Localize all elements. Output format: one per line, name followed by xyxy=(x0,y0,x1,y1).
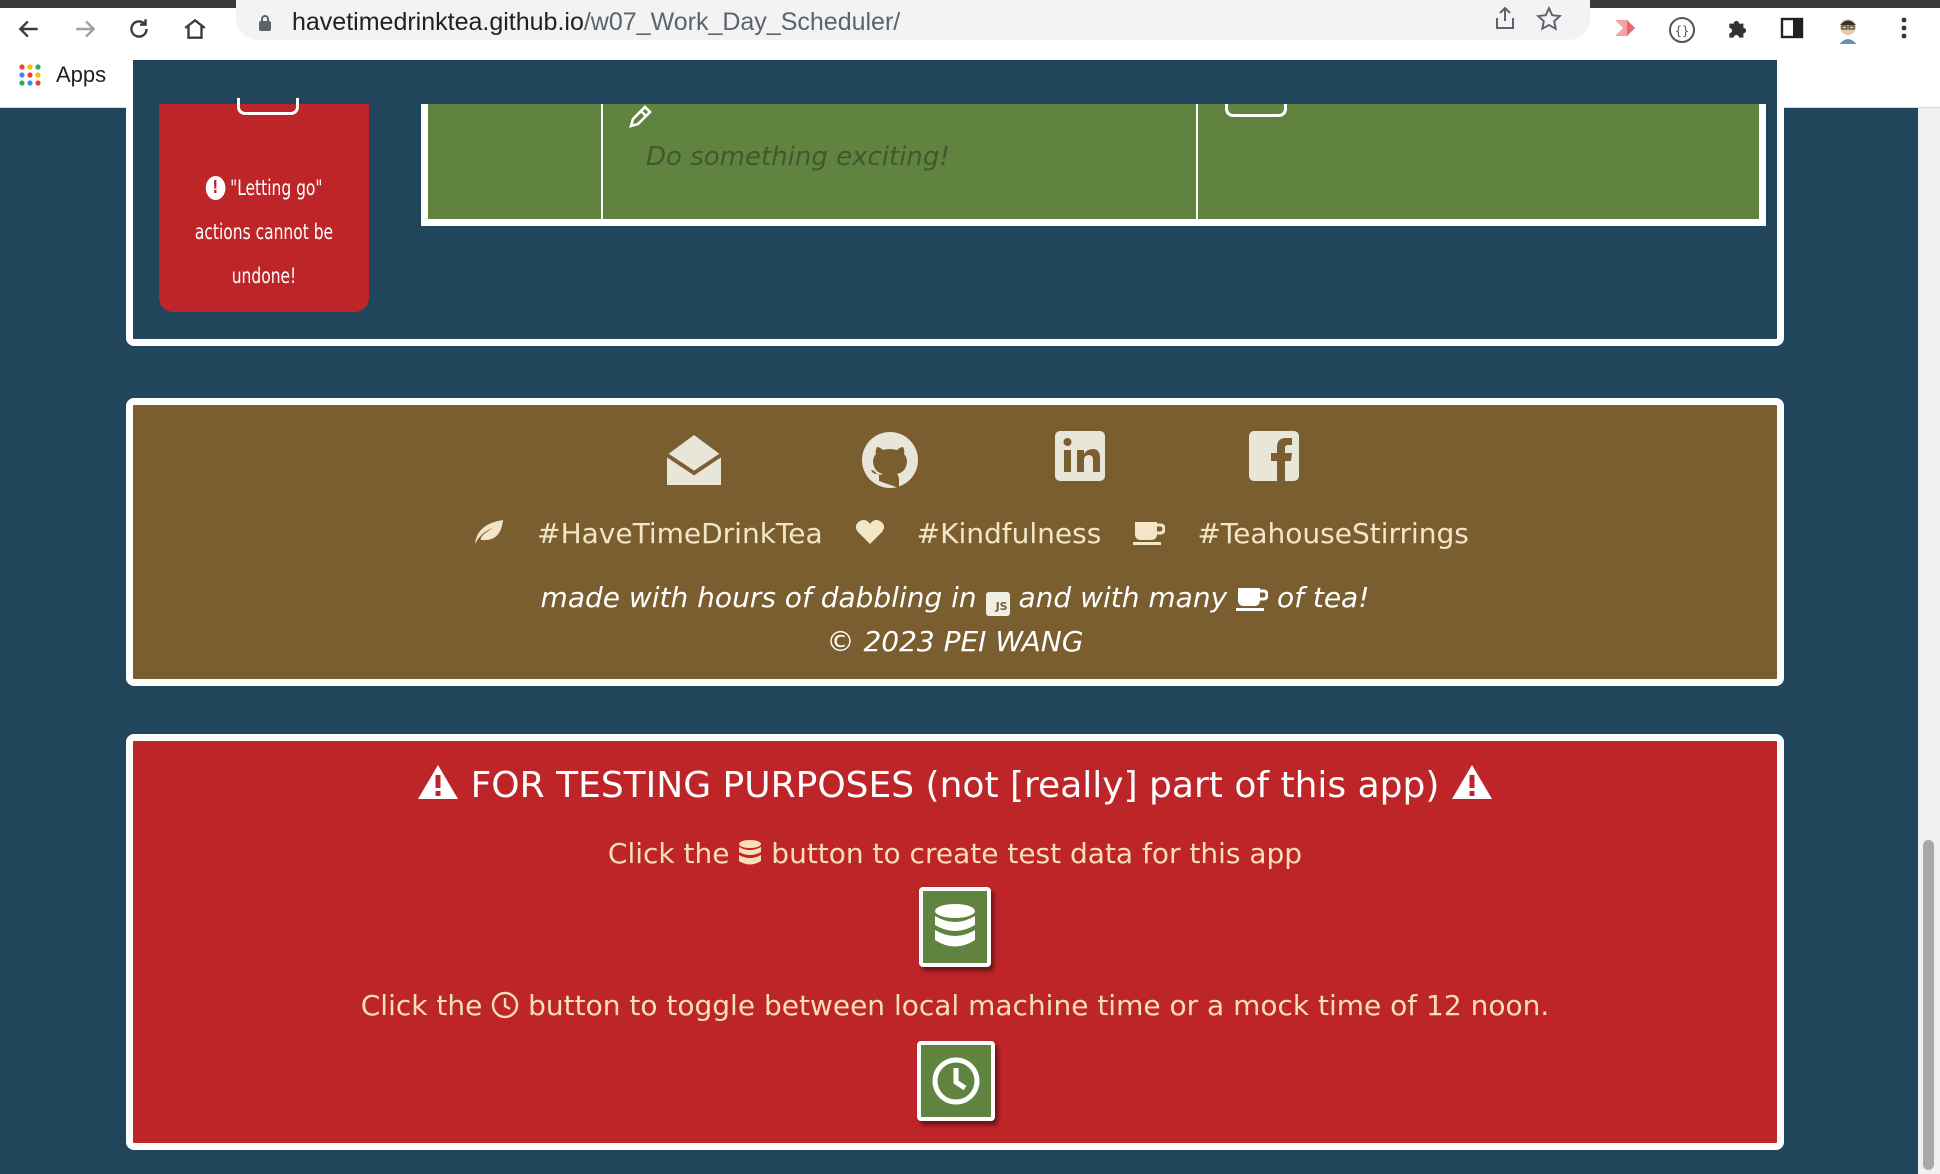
lock-icon xyxy=(259,15,271,31)
bookmark-apps-label: Apps xyxy=(56,62,107,87)
braces-circle-icon: {} xyxy=(1669,17,1695,43)
made-with-line: made with hours of dabbling in JS and wi… xyxy=(133,581,1777,618)
email-link[interactable] xyxy=(663,429,725,491)
database-icon xyxy=(738,839,762,874)
testing-title-text: FOR TESTING PURPOSES (not [really] part … xyxy=(470,765,1440,806)
event-description-input[interactable]: Do something exciting! xyxy=(646,142,950,172)
create-test-data-button[interactable] xyxy=(919,887,991,967)
warning-triangle-icon xyxy=(417,763,459,810)
testing-card: FOR TESTING PURPOSES (not [really] part … xyxy=(126,734,1784,1150)
save-button[interactable] xyxy=(1225,104,1287,117)
copyright: © 2023 PEI WANG xyxy=(826,625,1084,658)
toggle-suffix: button to toggle between local machine t… xyxy=(528,989,1550,1022)
made-with-middle: and with many xyxy=(1018,581,1228,614)
arrow-left-icon xyxy=(18,20,38,38)
hashtag-teahousestirrings: #TeahouseStirrings xyxy=(1197,517,1469,550)
heart-icon xyxy=(855,519,885,552)
bookmark-star-button[interactable] xyxy=(1534,5,1564,36)
share-button[interactable] xyxy=(1490,6,1520,36)
footer-card: #HaveTimeDrinkTea #Kindfulness #TeahouseSt… xyxy=(126,398,1784,686)
hashtag-row: #HaveTimeDrinkTea #Kindfulness #TeahouseSt… xyxy=(133,517,1777,553)
envelope-open-icon xyxy=(665,435,723,485)
testing-title: FOR TESTING PURPOSES (not [really] part … xyxy=(133,763,1777,810)
facebook-icon xyxy=(1249,431,1299,481)
github-link[interactable] xyxy=(859,429,921,491)
reload-icon xyxy=(130,19,148,38)
tea-cup-icon xyxy=(1236,585,1269,618)
letting-go-warning: ! "Letting go" actions cannot be undone! xyxy=(184,166,343,298)
warning-panel: ! "Letting go" actions cannot be undone! xyxy=(159,98,369,312)
clock-icon xyxy=(491,991,519,1026)
hashtag-havetimedrinktea: #HaveTimeDrinkTea xyxy=(537,517,823,550)
clock-icon xyxy=(932,1057,980,1105)
reload-button[interactable] xyxy=(122,16,156,44)
play-extension-icon xyxy=(1615,20,1635,36)
create-suffix: button to create test data for this app xyxy=(771,837,1303,870)
avatar-icon xyxy=(1838,19,1858,46)
database-icon xyxy=(935,904,975,947)
vertical-dots-icon xyxy=(1901,17,1907,39)
warning-triangle-icon xyxy=(1451,763,1493,810)
url-text[interactable]: havetimedrinktea.github.io/w07_Work_Day_… xyxy=(292,8,900,37)
share-icon xyxy=(1496,6,1514,29)
leaf-icon xyxy=(473,518,505,553)
arrow-right-icon xyxy=(76,20,96,38)
scrollbar-thumb[interactable] xyxy=(1923,840,1934,1170)
create-prefix: Click the xyxy=(607,837,730,870)
linkedin-link[interactable] xyxy=(1053,429,1115,491)
home-button[interactable] xyxy=(178,16,212,44)
github-icon xyxy=(862,432,918,488)
bookmark-apps[interactable]: Apps xyxy=(18,58,106,92)
address-bar[interactable]: havetimedrinktea.github.io/w07_Work_Day_… xyxy=(236,0,1590,40)
save-column-divider xyxy=(1196,104,1198,219)
star-icon xyxy=(1535,5,1563,31)
side-panel-icon xyxy=(1780,17,1804,39)
tea-cup-icon xyxy=(1133,519,1166,552)
exclamation-circle-icon: ! xyxy=(205,176,226,200)
apps-grid-icon xyxy=(19,64,41,86)
facebook-link[interactable] xyxy=(1247,429,1309,491)
home-icon xyxy=(184,18,206,39)
hashtag-kindfulness: #Kindfulness xyxy=(916,517,1102,550)
browser-toolbar: havetimedrinktea.github.io/w07_Work_Day_… xyxy=(0,0,1940,46)
svg-text:{}: {} xyxy=(1675,24,1689,38)
made-with-suffix: of tea! xyxy=(1276,581,1370,614)
puzzle-icon xyxy=(1729,20,1747,38)
create-test-data-instructions: Click the button to create test data for… xyxy=(133,837,1777,874)
made-with-prefix: made with hours of dabbling in xyxy=(540,581,977,614)
back-button[interactable] xyxy=(12,16,46,44)
hour-column-divider xyxy=(601,104,603,219)
toggle-prefix: Click the xyxy=(360,989,483,1022)
time-block-row: Do something exciting! xyxy=(421,104,1766,226)
url-host: havetimedrinktea.github.io xyxy=(292,8,584,36)
warning-panel-button-edge[interactable] xyxy=(237,98,299,115)
js-icon: JS xyxy=(985,592,1010,616)
url-path: /w07_Work_Day_Scheduler/ xyxy=(583,8,901,36)
linkedin-icon xyxy=(1055,431,1105,481)
forward-button[interactable] xyxy=(68,16,102,44)
toggle-mock-time-button[interactable] xyxy=(917,1041,995,1121)
page-scrollbar[interactable] xyxy=(1918,108,1940,1174)
pencil-icon xyxy=(629,105,652,128)
toggle-time-instructions: Click the button to toggle between local… xyxy=(133,989,1777,1026)
